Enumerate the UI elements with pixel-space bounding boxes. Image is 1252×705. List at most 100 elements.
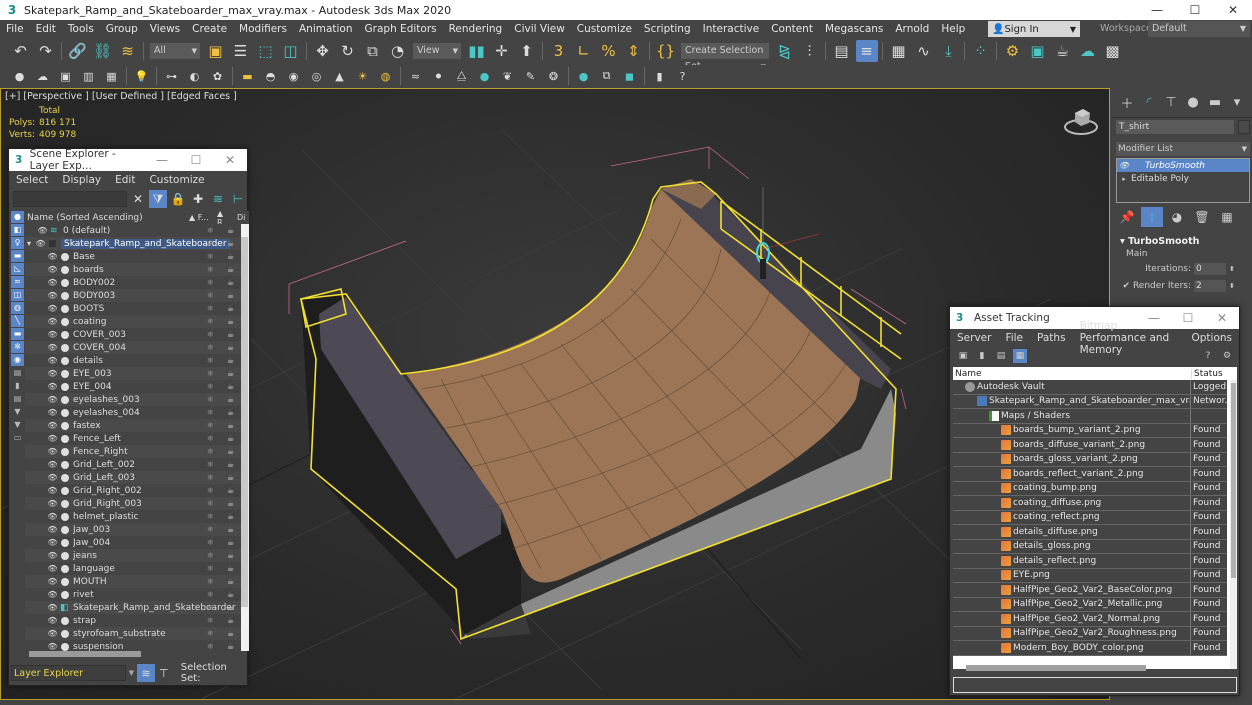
renderable-icon[interactable]: ☕ [227,421,234,430]
column-status[interactable]: Status [1191,368,1223,379]
menu-create[interactable]: Create [186,23,233,35]
freeze-icon[interactable]: ❄ [207,525,214,534]
filter-funnel-icon[interactable]: ▼ [11,406,24,418]
renderable-icon[interactable]: ☕ [227,408,234,417]
rollout-title[interactable]: ▾ TurboSmooth [1116,236,1250,247]
sort-by-hierarchy-icon[interactable]: ⊤ [155,664,173,682]
select-by-name-icon[interactable]: ☰ [230,40,252,62]
menu-civil-view[interactable]: Civil View [508,23,571,35]
freeze-icon[interactable]: ❄ [207,239,214,248]
a360-gallery-icon[interactable]: ▩ [1102,40,1124,62]
renderable-icon[interactable]: ☕ [227,642,234,651]
render-production-icon[interactable]: ☕ [1052,40,1074,62]
eye-icon[interactable]: 👁 [47,369,58,378]
horizontal-scrollbar[interactable] [966,665,1146,671]
freeze-icon[interactable]: ❄ [207,538,214,547]
frame-icon[interactable]: ▭ [11,432,24,444]
eye-icon[interactable]: 👁 [47,291,58,300]
camera-filter-icon[interactable]: ▬ [11,250,24,262]
table-view-icon[interactable]: ▦ [1013,349,1027,363]
asset-row[interactable]: HalfPipe_Geo2_Var2_Normal.png Found [953,612,1227,627]
eye-icon[interactable]: 👁 [47,616,58,625]
eye-icon[interactable]: 👁 [47,304,58,313]
display-tab-icon[interactable]: ▬ [1204,92,1226,114]
scene-tree-row[interactable]: 👁 Fence_Right ❄ ☕ [25,445,241,458]
spinner-arrows-icon[interactable]: ⬍ [1229,282,1235,290]
freeze-icon[interactable]: ❄ [207,408,214,417]
freeze-icon[interactable]: ❄ [207,304,214,313]
menu-rendering[interactable]: Rendering [443,23,509,35]
renderable-icon[interactable]: ☕ [227,564,234,573]
column-name[interactable]: Name [953,369,1191,379]
menu-server[interactable]: Server [950,332,998,344]
placement-icon[interactable]: ◔ [387,40,409,62]
fur-icon[interactable]: ≈ [407,67,425,85]
help-icon[interactable]: ? [1201,349,1215,363]
scene-tree-row[interactable]: ▾ 👁 ■ Skatepark_Ramp_and_Skateboarder ❄ ☕ [25,237,241,250]
eye-icon[interactable]: 👁 [47,642,58,651]
select-manipulate-icon[interactable]: ✛ [491,40,513,62]
freeze-icon[interactable]: ❄ [207,603,214,612]
scene-tree-row[interactable]: 👁 EYE_004 ❄ ☕ [25,380,241,393]
asset-row[interactable]: boards_gloss_variant_2.png Found [953,452,1227,467]
schematic-view-icon[interactable]: ⤓ [938,40,960,62]
scene-tree-row[interactable]: 👁 suspension ❄ ☕ [25,640,241,651]
freeze-icon[interactable]: ❄ [207,642,214,651]
render-iters-spinner[interactable]: 2 [1194,279,1226,292]
eye-icon[interactable]: 👁 [47,590,58,599]
modify-tab-icon[interactable]: ◜ [1138,92,1160,114]
freeze-icon[interactable]: ❄ [207,356,214,365]
edit-named-selection-icon[interactable]: {} [655,40,677,62]
scene-tree-row[interactable]: 👁 jeans ❄ ☕ [25,549,241,562]
toggle-layer-explorer-icon[interactable]: ≡ [855,40,878,62]
helper-filter-icon[interactable]: ✲ [11,341,24,353]
eye-icon[interactable]: 👁 [47,278,58,287]
camera-icon[interactable]: ⊶ [163,67,181,85]
plant-icon[interactable]: ❦ [499,67,517,85]
clear-search-icon[interactable]: ✕ [129,190,147,208]
modifier-list-dropdown[interactable]: Modifier List ▼ [1116,142,1250,156]
renderable-icon[interactable]: ☕ [227,356,234,365]
make-unique-icon[interactable]: ◕ [1166,207,1188,227]
window-crossing-icon[interactable]: ◫ [280,40,302,62]
file-icon[interactable]: ▮ [651,67,669,85]
scene-tree-row[interactable]: 👁 BODY002 ❄ ☕ [25,276,241,289]
bind-space-warp-icon[interactable]: ≋ [117,40,139,62]
scene-tree-row[interactable]: 👁 Grid_Right_002 ❄ ☕ [25,484,241,497]
renderable-icon[interactable]: ☕ [227,473,234,482]
freeze-icon[interactable]: ❄ [207,382,214,391]
scene-tree-row[interactable]: 👁 boards ❄ ☕ [25,263,241,276]
show-end-result-icon[interactable]: ⏽ [1141,207,1163,227]
sign-in-dropdown[interactable]: 👤 Sign In ▼ [988,21,1080,37]
asset-row[interactable]: boards_bump_variant_2.png Found [953,423,1227,438]
render-in-cloud-icon[interactable]: ☁ [1077,40,1099,62]
asset-row[interactable]: Skatepark_Ramp_and_Skateboarder_max_vray… [953,394,1227,409]
eye-icon[interactable]: 👁 [35,239,46,248]
scene-tree-row[interactable]: 👁 BOOTS ❄ ☕ [25,302,241,315]
explorer-dropdown[interactable]: Layer Explorer [11,665,126,681]
link-icon[interactable]: 🔗 [67,40,89,62]
scene-states-icon[interactable]: ● [11,67,29,85]
menu-megascans[interactable]: Megascans [819,23,889,35]
minimize-button[interactable]: — [1138,0,1176,20]
add-layer-icon[interactable]: ✚ [189,190,207,208]
maximize-button[interactable]: ☐ [179,153,213,167]
asset-row[interactable]: details_gloss.png Found [953,539,1227,554]
column-display[interactable]: Di [237,213,249,222]
eye-icon[interactable]: 👁 [47,382,58,391]
search-input[interactable] [13,191,127,207]
scene-tree-row[interactable]: 👁 details ❄ ☕ [25,354,241,367]
scene-tree-row[interactable]: 👁 EYE_003 ❄ ☕ [25,367,241,380]
renderable-icon[interactable]: ☕ [227,434,234,443]
menu-bitmap-performance[interactable]: Bitmap Performance and Memory [1073,320,1185,356]
menu-display[interactable]: Display [55,174,108,186]
asset-row[interactable]: EYE.png Found [953,568,1227,583]
motion-tab-icon[interactable]: ● [1182,92,1204,114]
vertical-scrollbar[interactable] [1231,383,1236,578]
scene-tree-row[interactable]: 👁 Grid_Left_002 ❄ ☕ [25,458,241,471]
eye-icon[interactable]: 👁 [47,538,58,547]
renderable-icon[interactable]: ☕ [227,304,234,313]
minimize-button[interactable]: — [145,153,179,167]
ies-light-icon[interactable]: ◍ [377,67,395,85]
list-view-icon[interactable]: ▣ [956,349,970,363]
